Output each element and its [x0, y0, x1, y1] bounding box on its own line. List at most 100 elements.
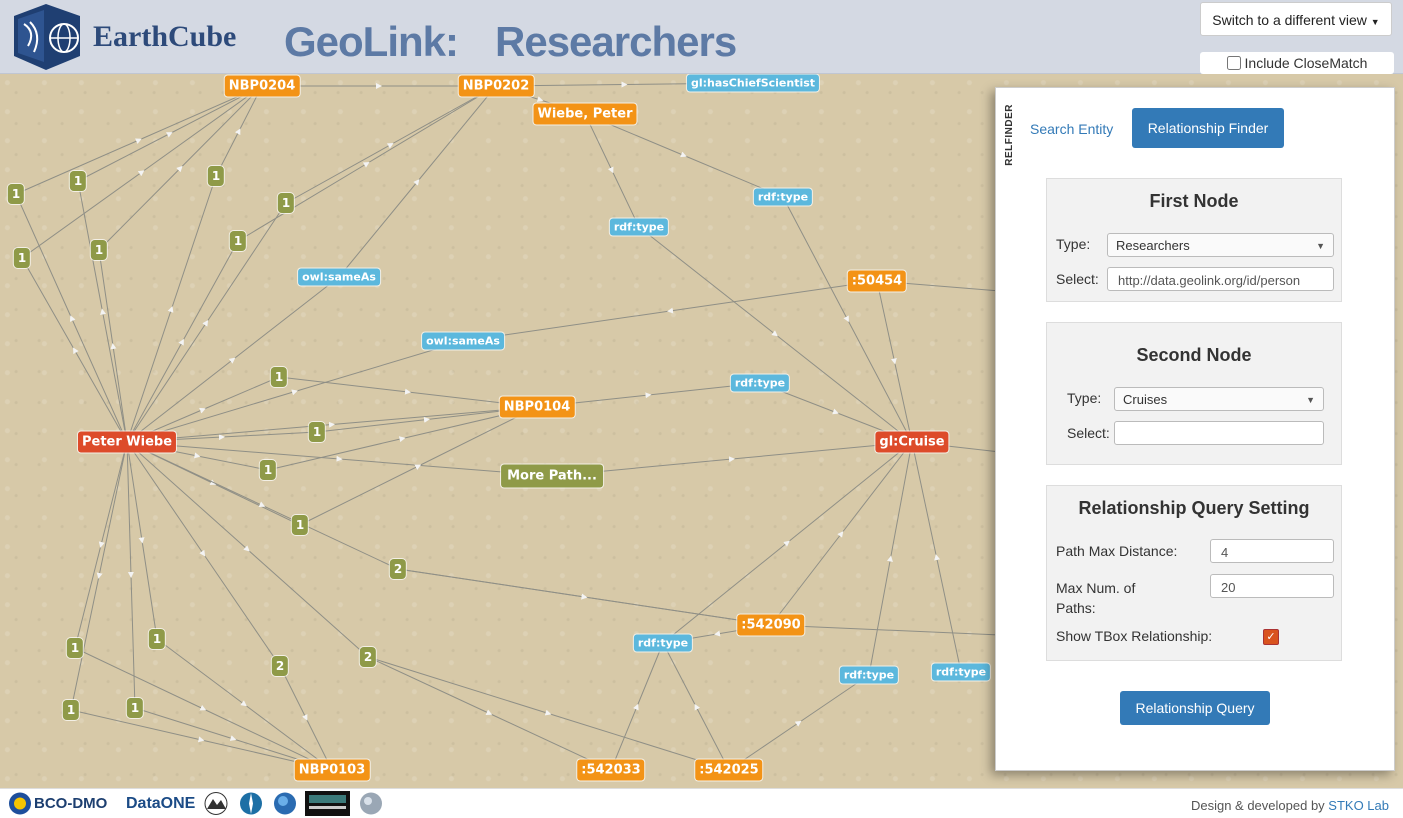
- tbox-label: Show TBox Relationship:: [1056, 628, 1213, 644]
- footer-credit-prefix: Design & developed by: [1190, 798, 1325, 813]
- tab-search-entity[interactable]: Search Entity: [1030, 121, 1113, 137]
- graph-edge: [77, 85, 263, 182]
- graph-edge: [21, 85, 263, 259]
- graph-edge: [397, 568, 772, 626]
- graph-node[interactable]: Wiebe, Peter: [533, 103, 637, 125]
- path-count-node[interactable]: 1: [13, 248, 31, 268]
- graph-edge: [74, 647, 333, 771]
- graph-edge: [126, 202, 287, 443]
- relfinder-side-tab[interactable]: RELFINDER: [1004, 104, 1015, 166]
- max-distance-input[interactable]: 4: [1210, 539, 1334, 563]
- graph-node[interactable]: NBP0202: [458, 75, 534, 97]
- path-count-node[interactable]: 1: [308, 422, 326, 442]
- query-setting-panel: Relationship Query Setting Path Max Dist…: [1046, 485, 1342, 661]
- dataone-logo[interactable]: DataONE: [126, 791, 195, 816]
- graph-edge: [98, 249, 128, 443]
- graph-node[interactable]: NBP0104: [499, 396, 575, 418]
- path-count-node[interactable]: 1: [291, 515, 309, 535]
- path-count-node[interactable]: 1: [62, 700, 80, 720]
- graph-edge: [126, 276, 340, 443]
- second-node-type-select[interactable]: Cruises ▼: [1114, 387, 1324, 411]
- footer-credit: Design & developed by STKO Lab: [1191, 798, 1389, 813]
- path-count-node[interactable]: 2: [359, 647, 377, 667]
- graph-edge: [876, 280, 913, 443]
- app-header: EarthCube GeoLink: Researchers Switch to…: [0, 0, 1403, 74]
- switch-view-dropdown[interactable]: Switch to a different view ▼: [1200, 2, 1392, 36]
- globe-logo-icon[interactable]: [272, 791, 298, 816]
- switch-view-label: Switch to a different view: [1212, 12, 1367, 28]
- graph-node[interactable]: :542090: [737, 614, 805, 636]
- path-count-node[interactable]: 1: [207, 166, 225, 186]
- path-count-node[interactable]: 1: [7, 184, 25, 204]
- graph-edge: [279, 665, 333, 771]
- graph-node[interactable]: rdf:type: [839, 666, 899, 684]
- caret-down-icon: ▼: [1370, 17, 1380, 27]
- graph-edge: [98, 85, 263, 251]
- bco-dmo-logo[interactable]: BCO-DMO: [34, 791, 107, 816]
- path-count-node[interactable]: 1: [277, 193, 295, 213]
- graph-node[interactable]: :542033: [577, 759, 645, 781]
- nsf-logo-icon[interactable]: [6, 791, 34, 816]
- path-count-node[interactable]: 1: [126, 698, 144, 718]
- first-node-type-select[interactable]: Researchers ▼: [1107, 233, 1334, 257]
- relationship-query-button[interactable]: Relationship Query: [1120, 691, 1270, 725]
- earthcube-logo-icon: [8, 2, 84, 72]
- graph-node[interactable]: NBP0103: [294, 759, 370, 781]
- graph-node[interactable]: rdf:type: [633, 634, 693, 652]
- graph-edge: [278, 376, 538, 408]
- path-count-node[interactable]: 1: [229, 231, 247, 251]
- second-node-panel: Second Node Type: Cruises ▼ Select:: [1046, 322, 1342, 465]
- graph-node[interactable]: :50454: [847, 270, 907, 292]
- second-node-select-input[interactable]: [1114, 421, 1324, 445]
- graph-edge: [367, 656, 612, 771]
- first-node-panel: First Node Type: Researchers ▼ Select: h…: [1046, 178, 1342, 302]
- graph-node[interactable]: :542025: [695, 759, 763, 781]
- first-node-select-input[interactable]: http://data.geolink.org/id/person: [1107, 267, 1334, 291]
- graph-node[interactable]: rdf:type: [609, 218, 669, 236]
- graph-node[interactable]: rdf:type: [753, 188, 813, 206]
- graph-node[interactable]: owl:sameAs: [298, 268, 380, 286]
- tbox-checkbox[interactable]: ✓: [1263, 629, 1279, 645]
- path-count-node[interactable]: 1: [259, 460, 277, 480]
- graph-node[interactable]: gl:Cruise: [875, 431, 949, 453]
- path-count-node[interactable]: 1: [90, 240, 108, 260]
- graph-node[interactable]: owl:sameAs: [422, 332, 504, 350]
- page-subtitle: Researchers: [495, 18, 737, 65]
- graph-node[interactable]: NBP0204: [224, 75, 300, 97]
- graph-edge: [126, 406, 538, 443]
- earthcube-logo-text: EarthCube: [93, 20, 237, 53]
- closematch-label: Include CloseMatch: [1244, 55, 1368, 71]
- path-count-node[interactable]: 1: [69, 171, 87, 191]
- graph-edge: [126, 441, 369, 658]
- closematch-toggle[interactable]: Include CloseMatch: [1200, 52, 1394, 74]
- compass-logo-icon[interactable]: [238, 791, 264, 816]
- mbl-whoi-library-logo-icon[interactable]: [305, 791, 350, 816]
- graph-node[interactable]: gl:hasChiefScientist: [686, 74, 820, 92]
- graph-node[interactable]: rdf:type: [730, 374, 790, 392]
- graph-edge: [584, 113, 640, 228]
- mountain-logo-icon[interactable]: [203, 791, 229, 816]
- caret-down-icon: ▼: [1306, 395, 1315, 405]
- graph-edge: [662, 441, 913, 644]
- graph-edge: [462, 280, 878, 342]
- earth-logo-icon[interactable]: [358, 791, 384, 816]
- graph-edge: [728, 674, 870, 771]
- graph-edge: [126, 175, 217, 443]
- graph-node[interactable]: Peter Wiebe: [77, 431, 177, 453]
- path-count-node[interactable]: 2: [271, 656, 289, 676]
- graph-edge: [551, 441, 913, 477]
- more-paths-button[interactable]: More Path...: [501, 464, 603, 488]
- closematch-checkbox[interactable]: [1226, 56, 1241, 70]
- path-count-node[interactable]: 1: [270, 367, 288, 387]
- stko-lab-link[interactable]: STKO Lab: [1328, 798, 1389, 813]
- max-paths-input[interactable]: 20: [1210, 574, 1334, 598]
- max-distance-label: Path Max Distance:: [1056, 543, 1178, 559]
- relfinder-panel: RELFINDER Search Entity Relationship Fin…: [995, 87, 1395, 771]
- path-count-node[interactable]: 1: [66, 638, 84, 658]
- tab-relationship-finder[interactable]: Relationship Finder: [1132, 108, 1284, 148]
- graph-node[interactable]: rdf:type: [931, 663, 991, 681]
- graph-edge: [770, 624, 1001, 636]
- path-count-node[interactable]: 1: [148, 629, 166, 649]
- path-count-node[interactable]: 2: [389, 559, 407, 579]
- graph-edge: [770, 441, 913, 626]
